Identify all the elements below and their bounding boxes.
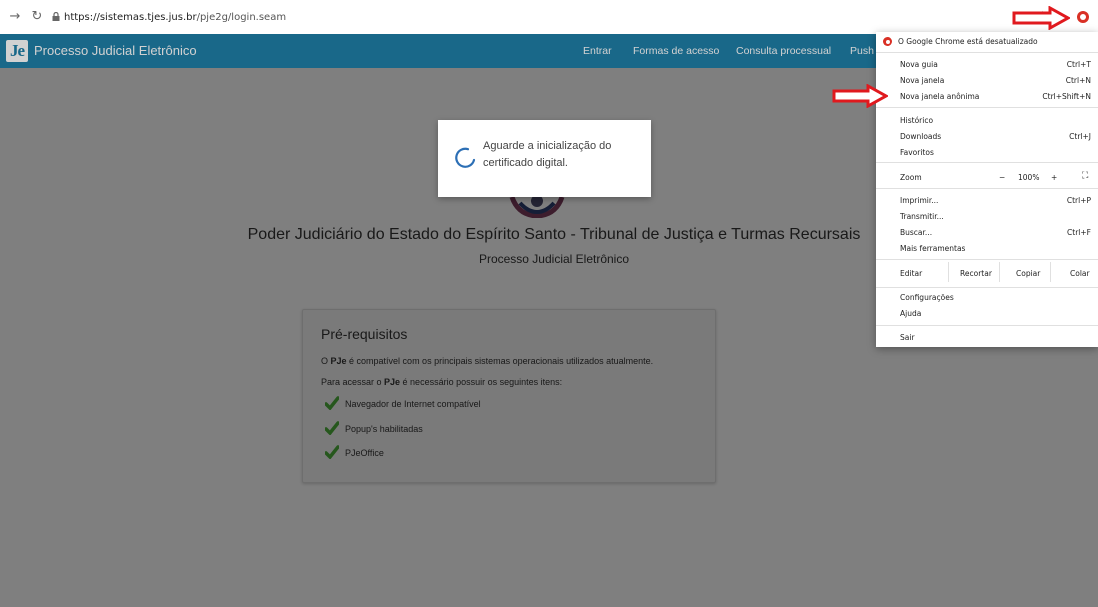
menu-divider — [948, 262, 949, 282]
reload-icon[interactable]: ↻ — [30, 10, 44, 24]
menu-label: Histórico — [900, 116, 934, 125]
menu-edit-row: Editar Recortar Copiar Colar — [876, 262, 1098, 282]
menu-separator — [876, 259, 1098, 260]
menu-label: Editar — [900, 269, 923, 278]
menu-separator — [876, 188, 1098, 189]
chrome-menu-update-icon[interactable] — [1077, 11, 1089, 23]
menu-separator — [876, 287, 1098, 288]
menu-more-tools[interactable]: Mais ferramentas — [876, 241, 1098, 256]
annotation-arrow-icon — [832, 84, 888, 108]
menu-label: Transmitir... — [900, 212, 944, 221]
menu-shortcut: Ctrl+N — [1065, 76, 1091, 85]
menu-favorites[interactable]: Favoritos — [876, 145, 1098, 160]
menu-label: Ajuda — [900, 309, 922, 318]
menu-downloads[interactable]: Downloads Ctrl+J — [876, 129, 1098, 144]
lock-icon — [52, 12, 60, 21]
menu-label: Configurações — [900, 293, 954, 302]
menu-divider — [1050, 262, 1051, 282]
menu-label: Sair — [900, 333, 915, 342]
menu-label: Mais ferramentas — [900, 244, 966, 253]
menu-label: Nova janela anônima — [900, 92, 980, 101]
menu-settings[interactable]: Configurações — [876, 290, 1098, 305]
paste-button[interactable]: Colar — [1070, 269, 1090, 278]
cut-button[interactable]: Recortar — [960, 269, 992, 278]
menu-label: O Google Chrome está desatualizado — [898, 37, 1038, 46]
menu-label: Downloads — [900, 132, 942, 141]
forward-arrow-icon[interactable]: → — [8, 10, 22, 24]
menu-label: Favoritos — [900, 148, 934, 157]
menu-separator — [876, 325, 1098, 326]
menu-find[interactable]: Buscar... Ctrl+F — [876, 225, 1098, 240]
loading-dialog: Aguarde a inicialização do certificado d… — [438, 120, 651, 197]
loading-message-line: Aguarde a inicialização do — [483, 140, 612, 152]
menu-new-window[interactable]: Nova janela Ctrl+N — [876, 73, 1098, 88]
menu-separator — [876, 52, 1098, 53]
annotation-arrow-icon — [1012, 6, 1070, 30]
menu-history[interactable]: Histórico — [876, 113, 1098, 128]
zoom-value: 100% — [1018, 173, 1040, 182]
menu-shortcut: Ctrl+T — [1066, 60, 1091, 69]
menu-separator — [876, 162, 1098, 163]
menu-label: Nova janela — [900, 76, 945, 85]
menu-shortcut: Ctrl+J — [1069, 132, 1091, 141]
chrome-menu: O Google Chrome está desatualizado Nova … — [876, 32, 1098, 347]
menu-new-incognito-window[interactable]: Nova janela anônima Ctrl+Shift+N — [876, 89, 1098, 104]
menu-shortcut: Ctrl+Shift+N — [1042, 92, 1091, 101]
zoom-out-button[interactable]: − — [999, 173, 1005, 182]
zoom-in-button[interactable]: + — [1051, 173, 1057, 182]
menu-cast[interactable]: Transmitir... — [876, 209, 1098, 224]
copy-button[interactable]: Copiar — [1016, 269, 1040, 278]
menu-label: Imprimir... — [900, 196, 939, 205]
browser-toolbar: → ↻ https://sistemas.tjes.jus.br/pje2g/l… — [0, 0, 1098, 34]
url-domain: https://sistemas.tjes.jus.br — [64, 12, 197, 23]
menu-shortcut: Ctrl+P — [1066, 196, 1091, 205]
menu-divider — [999, 262, 1000, 282]
menu-exit[interactable]: Sair — [876, 330, 1098, 345]
address-bar[interactable]: https://sistemas.tjes.jus.br/pje2g/login… — [64, 12, 286, 23]
menu-help[interactable]: Ajuda — [876, 306, 1098, 321]
menu-separator — [876, 107, 1098, 108]
menu-shortcut: Ctrl+F — [1067, 228, 1091, 237]
update-warning-icon — [883, 37, 892, 46]
loading-message-line: certificado digital. — [483, 157, 568, 169]
spinner-icon — [455, 147, 476, 168]
url-path: /pje2g/login.seam — [196, 12, 287, 23]
menu-zoom: Zoom − 100% + ⛶ — [876, 170, 1098, 185]
menu-label: Zoom — [900, 173, 922, 182]
menu-label: Buscar... — [900, 228, 933, 237]
menu-new-tab[interactable]: Nova guia Ctrl+T — [876, 57, 1098, 72]
fullscreen-icon[interactable]: ⛶ — [1082, 171, 1088, 181]
loading-message: Aguarde a inicialização do certificado d… — [483, 138, 643, 172]
menu-update-warning[interactable]: O Google Chrome está desatualizado — [876, 34, 1098, 49]
menu-label: Nova guia — [900, 60, 938, 69]
menu-print[interactable]: Imprimir... Ctrl+P — [876, 193, 1098, 208]
